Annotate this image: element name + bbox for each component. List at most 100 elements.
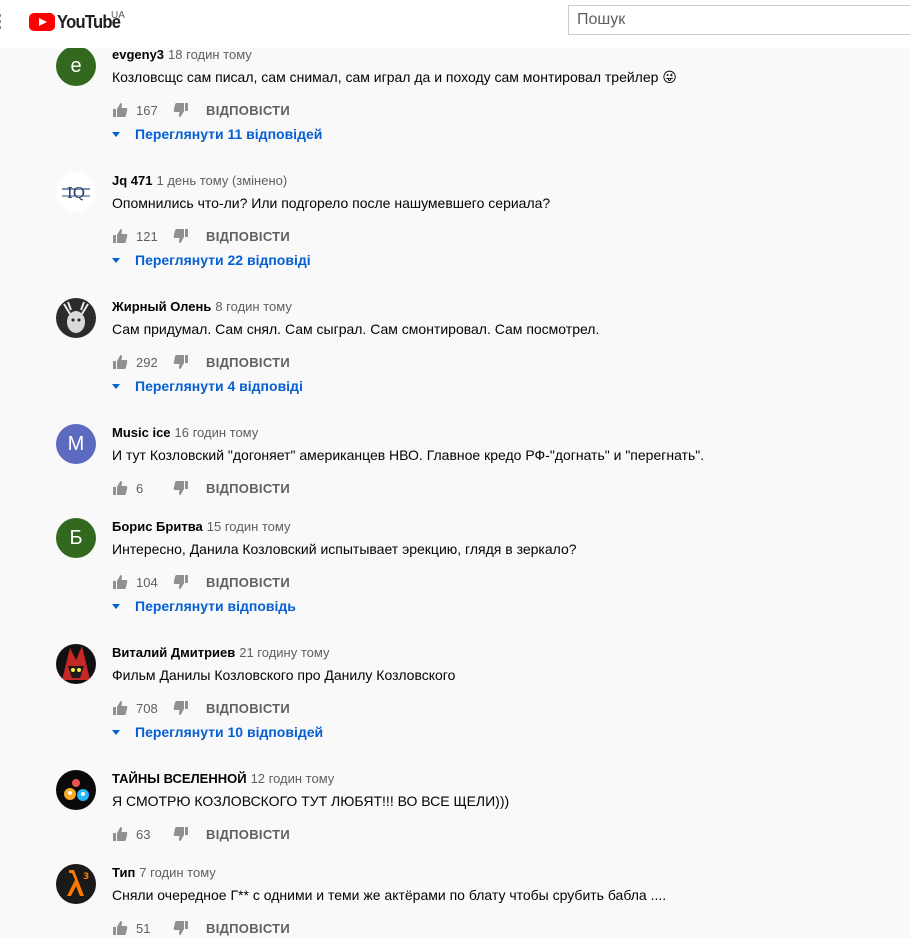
- svg-text:IQ: IQ: [67, 184, 85, 202]
- dislike-icon[interactable]: [173, 102, 189, 118]
- expand-arrow-icon: [112, 729, 120, 735]
- comment-text: Интересно, Данила Козловский испытывает …: [112, 541, 577, 557]
- reply-button[interactable]: ВІДПОВІСТИ: [206, 921, 290, 936]
- comment-header: Борис Бритва 15 годин тому: [112, 518, 291, 535]
- reply-button[interactable]: ВІДПОВІСТИ: [206, 355, 290, 370]
- view-replies-label: Переглянути 22 відповіді: [135, 252, 311, 268]
- like-icon[interactable]: [112, 826, 128, 842]
- reply-button[interactable]: ВІДПОВІСТИ: [206, 575, 290, 590]
- comment-author[interactable]: evgeny3: [112, 47, 164, 62]
- view-replies-label: Переглянути 4 відповіді: [135, 378, 303, 394]
- avatar-letter: M: [67, 432, 85, 455]
- comment-actions: 63 ВІДПОВІСТИ: [112, 824, 290, 844]
- comment-header: Music ice 16 годин тому: [112, 424, 258, 441]
- comment-author[interactable]: Тип: [112, 865, 135, 880]
- author-avatar[interactable]: [56, 770, 96, 810]
- avatar-letter: Б: [69, 526, 83, 549]
- search-box[interactable]: [568, 5, 910, 35]
- dislike-icon[interactable]: [173, 700, 189, 716]
- view-replies-button[interactable]: Переглянути відповідь: [110, 598, 296, 614]
- like-icon[interactable]: [112, 700, 128, 716]
- menu-icon[interactable]: [0, 14, 4, 30]
- view-replies-label: Переглянути 10 відповідей: [135, 724, 324, 740]
- comment-author[interactable]: Борис Бритва: [112, 519, 203, 534]
- comment-actions: 292 ВІДПОВІСТИ: [112, 352, 290, 372]
- comment-timestamp[interactable]: 12 годин тому: [251, 771, 335, 786]
- author-avatar[interactable]: [56, 644, 96, 684]
- comment-timestamp[interactable]: 1 день тому (змінено): [156, 173, 287, 188]
- reply-button[interactable]: ВІДПОВІСТИ: [206, 701, 290, 716]
- like-icon[interactable]: [112, 228, 128, 244]
- comment-author[interactable]: Виталий Дмитриев: [112, 645, 235, 660]
- view-replies-button[interactable]: Переглянути 11 відповідей: [110, 126, 322, 142]
- reply-button[interactable]: ВІДПОВІСТИ: [206, 827, 290, 842]
- dislike-icon[interactable]: [173, 480, 189, 496]
- comment-header: Тип 7 годин тому: [112, 864, 216, 881]
- like-icon[interactable]: [112, 480, 128, 496]
- comment-author[interactable]: ТАЙНЫ ВСЕЛЕННОЙ: [112, 771, 247, 786]
- comment-timestamp[interactable]: 16 годин тому: [175, 425, 259, 440]
- dislike-icon[interactable]: [173, 354, 189, 370]
- expand-arrow-icon: [112, 383, 120, 389]
- like-icon[interactable]: [112, 920, 128, 936]
- reply-button[interactable]: ВІДПОВІСТИ: [206, 229, 290, 244]
- reply-button[interactable]: ВІДПОВІСТИ: [206, 103, 290, 118]
- search-input[interactable]: [569, 6, 910, 34]
- view-replies-button[interactable]: Переглянути 22 відповіді: [110, 252, 311, 268]
- youtube-play-icon: [29, 13, 55, 31]
- view-replies-label: Переглянути 11 відповідей: [135, 126, 323, 142]
- author-avatar[interactable]: M: [56, 424, 96, 464]
- comment-author[interactable]: Жирный Олень: [112, 299, 211, 314]
- comment-header: Жирный Олень 8 годин тому: [112, 298, 292, 315]
- avatar-letter: e: [70, 54, 82, 77]
- comment-timestamp[interactable]: 8 годин тому: [215, 299, 292, 314]
- comment-timestamp[interactable]: 15 годин тому: [207, 519, 291, 534]
- view-replies-label: Переглянути відповідь: [135, 598, 296, 614]
- dislike-icon[interactable]: [173, 574, 189, 590]
- dislike-icon[interactable]: [173, 228, 189, 244]
- comment-text: Опомнились что-ли? Или подгорело после н…: [112, 195, 551, 211]
- comment-actions: 51 ВІДПОВІСТИ: [112, 918, 290, 938]
- like-icon[interactable]: [112, 102, 128, 118]
- comment-timestamp[interactable]: 18 годин тому: [168, 47, 252, 62]
- expand-arrow-icon: [112, 603, 120, 609]
- comment-text: Сняли очередное Г** с одними и теми же а…: [112, 887, 667, 903]
- like-count: 104: [136, 574, 158, 590]
- author-avatar[interactable]: [56, 298, 96, 338]
- like-count: 121: [136, 228, 158, 244]
- author-avatar[interactable]: 3: [56, 864, 96, 904]
- comment-header: ТАЙНЫ ВСЕЛЕННОЙ 12 годин тому: [112, 770, 334, 787]
- author-avatar[interactable]: Б: [56, 518, 96, 558]
- like-icon[interactable]: [112, 354, 128, 370]
- view-replies-button[interactable]: Переглянути 10 відповідей: [110, 724, 323, 740]
- view-replies-button[interactable]: Переглянути 4 відповіді: [110, 378, 303, 394]
- author-avatar[interactable]: e: [56, 46, 96, 86]
- dislike-icon[interactable]: [173, 920, 189, 936]
- comment-author[interactable]: Music ice: [112, 425, 171, 440]
- comment-actions: 708 ВІДПОВІСТИ: [112, 698, 290, 718]
- comment-header: Виталий Дмитриев 21 годину тому: [112, 644, 329, 661]
- like-count: 167: [136, 102, 158, 118]
- comment-text: Фильм Данилы Козловского про Данилу Козл…: [112, 667, 456, 683]
- comment-timestamp[interactable]: 21 годину тому: [239, 645, 329, 660]
- comment-timestamp[interactable]: 7 годин тому: [139, 865, 216, 880]
- dislike-icon[interactable]: [173, 826, 189, 842]
- like-count: 6: [136, 480, 144, 496]
- reply-button[interactable]: ВІДПОВІСТИ: [206, 481, 290, 496]
- like-count: 292: [136, 354, 158, 370]
- comment-header: Jq 471 1 день тому (змінено): [112, 172, 287, 189]
- like-count: 63: [136, 826, 151, 842]
- expand-arrow-icon: [112, 131, 120, 137]
- comment-actions: 104 ВІДПОВІСТИ: [112, 572, 290, 592]
- comment-actions: 167 ВІДПОВІСТИ: [112, 100, 290, 120]
- comment-actions: 6 ВІДПОВІСТИ: [112, 478, 290, 498]
- comment-header: evgeny3 18 годин тому: [112, 46, 252, 63]
- like-icon[interactable]: [112, 574, 128, 590]
- comment-actions: 121 ВІДПОВІСТИ: [112, 226, 290, 246]
- comment-author[interactable]: Jq 471: [112, 173, 152, 188]
- comment-text: Козловсщс сам писал, сам снимал, сам игр…: [112, 69, 677, 85]
- masthead: YouTube UA: [0, 0, 910, 48]
- author-avatar[interactable]: IQ: [56, 172, 96, 212]
- comment-text: Сам придумал. Сам снял. Сам сыграл. Сам …: [112, 321, 600, 337]
- comment-text: И тут Козловский "догоняет" американцев …: [112, 447, 705, 463]
